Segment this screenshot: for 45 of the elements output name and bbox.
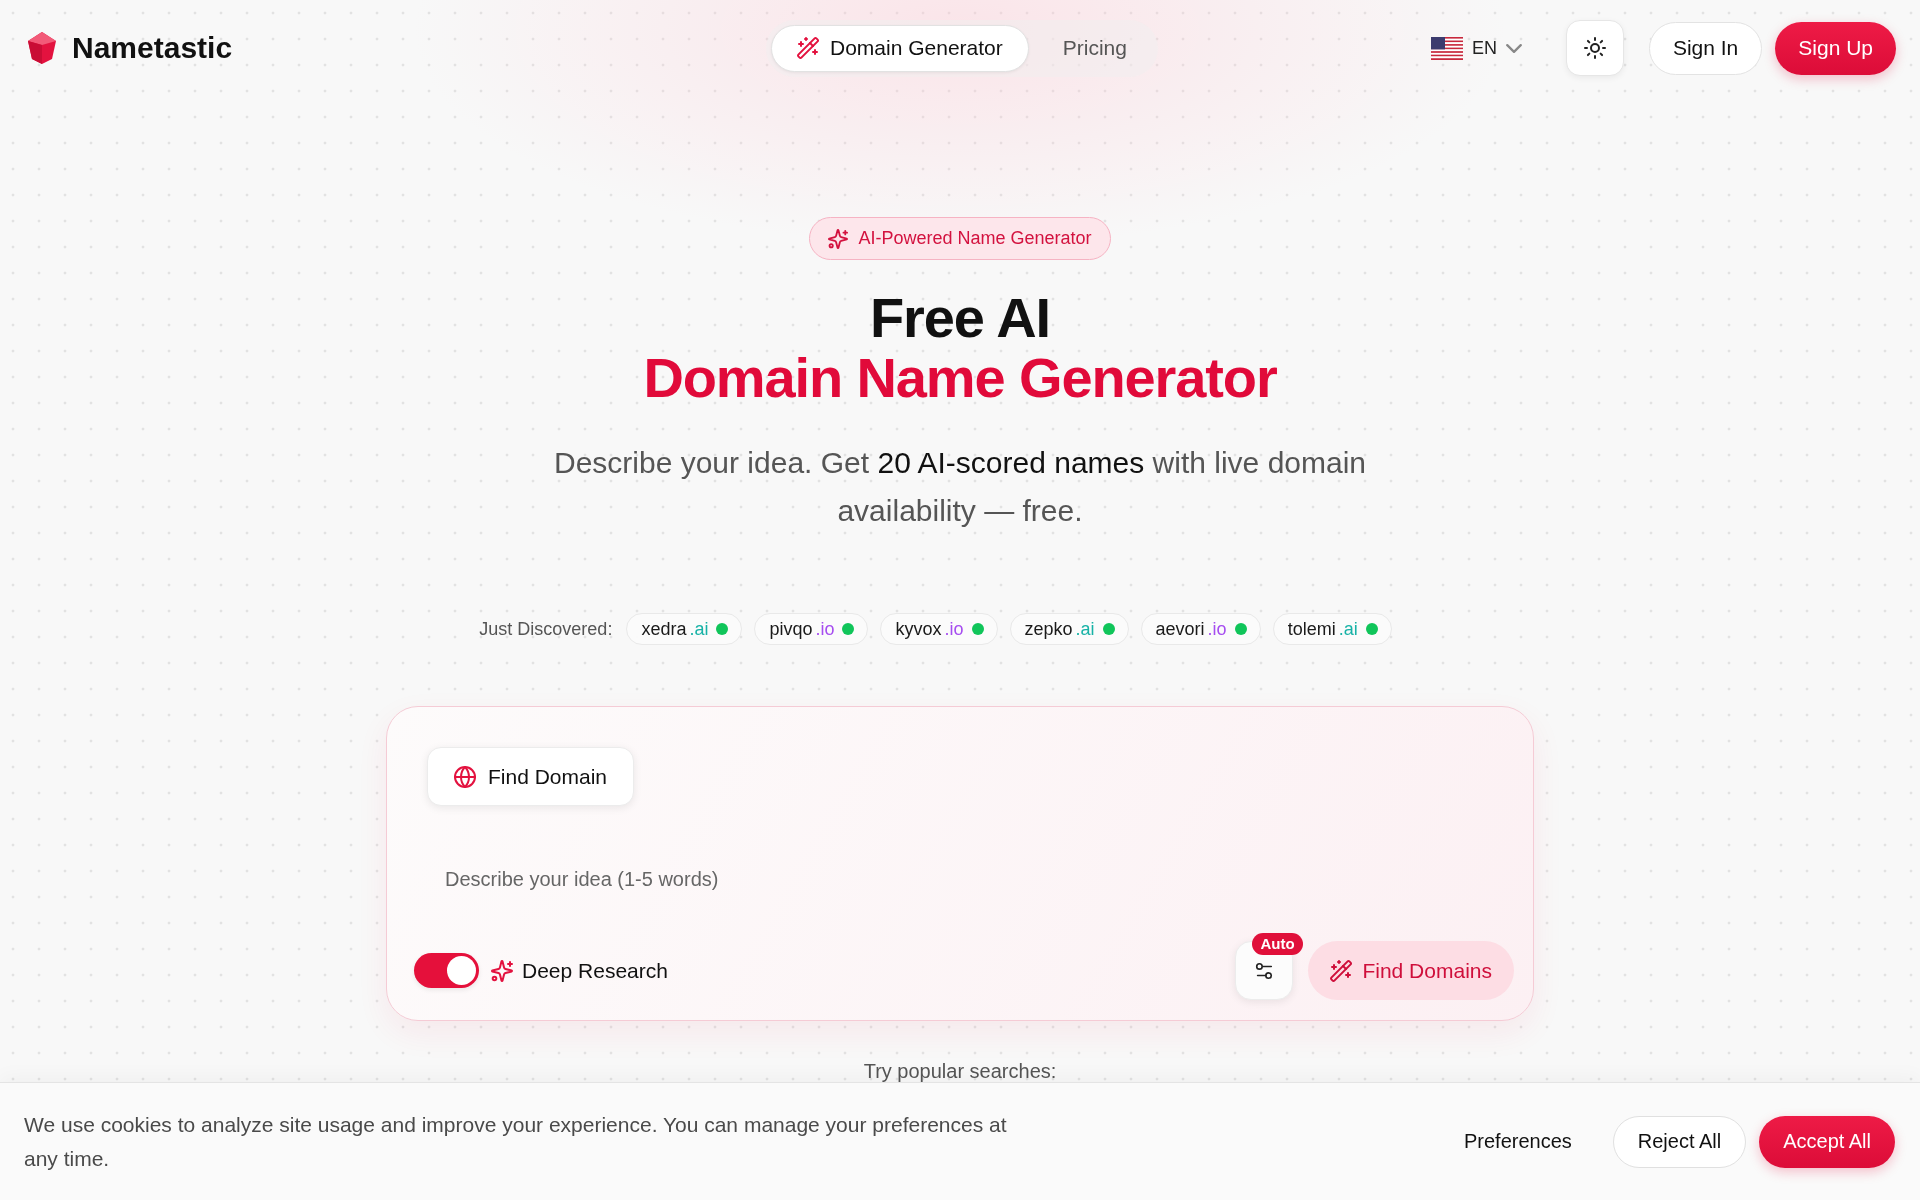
- reject-all-button[interactable]: Reject All: [1612, 1115, 1747, 1168]
- domain-name: zepko: [1024, 618, 1073, 640]
- domain-extension: .ai: [1338, 618, 1358, 640]
- nav-tab[interactable]: Domain Generator: [771, 24, 1029, 72]
- deep-research-label: Deep Research: [522, 958, 668, 983]
- chevron-down-icon: [1505, 43, 1522, 53]
- domain-name: kyvox: [895, 618, 942, 640]
- globe-icon: [454, 765, 476, 788]
- accept-all-button[interactable]: Accept All: [1759, 1115, 1895, 1168]
- us-flag-icon: [1430, 36, 1463, 60]
- magic-wand-icon: [1330, 959, 1353, 982]
- popular-searches-label: Try popular searches:: [863, 1060, 1057, 1082]
- language-selector[interactable]: EN: [1420, 28, 1532, 68]
- domain-name: pivqo: [769, 618, 813, 640]
- brand-name[interactable]: Nametastic: [72, 31, 233, 65]
- hero-heading-accent: Domain Name Generator: [643, 348, 1277, 408]
- idea-input[interactable]: Describe your idea (1-5 words): [427, 846, 1514, 912]
- mode-tab[interactable]: Find Domain: [427, 747, 635, 806]
- gem-logo-icon: [28, 32, 56, 64]
- find-domains-button[interactable]: Find Domains: [1308, 941, 1514, 1000]
- domain-extension: .ai: [689, 618, 709, 640]
- discovered-label: Just Discovered:: [479, 618, 613, 640]
- auto-badge: Auto: [1252, 933, 1303, 955]
- sliders-icon: [1254, 960, 1275, 981]
- domain-extension: .io: [944, 618, 964, 640]
- domain-extension: .io: [815, 618, 835, 640]
- nav-tab[interactable]: Pricing: [1036, 24, 1153, 72]
- sparkles-icon: [491, 959, 513, 982]
- sign-in-button[interactable]: Sign In: [1648, 21, 1763, 75]
- sparkles-icon: [828, 228, 849, 249]
- hero-subtitle: Describe your idea. Get 20 AI-scored names with live domain availability — free.: [552, 445, 1368, 529]
- sun-icon: [1583, 37, 1606, 59]
- cookie-notice-text: We use cookies to analyze site usage and improve your experience. You can manage your preferences at any time.: [24, 1111, 1008, 1172]
- domain-name: xedra: [641, 618, 687, 640]
- hero-heading: Free AI: [870, 288, 1050, 348]
- domain-name: tolemi: [1287, 618, 1336, 640]
- sign-up-button[interactable]: Sign Up: [1775, 21, 1896, 75]
- domain-extension: .ai: [1075, 618, 1095, 640]
- domain-name: aevori: [1155, 618, 1205, 640]
- preferences-button[interactable]: Preferences: [1453, 1115, 1582, 1168]
- toggle-switch[interactable]: [414, 953, 479, 988]
- settings-button[interactable]: [1235, 941, 1294, 1000]
- badge-label: AI-Powered Name Generator: [858, 228, 1092, 249]
- domain-extension: .io: [1207, 618, 1227, 640]
- theme-toggle-button[interactable]: [1565, 20, 1624, 76]
